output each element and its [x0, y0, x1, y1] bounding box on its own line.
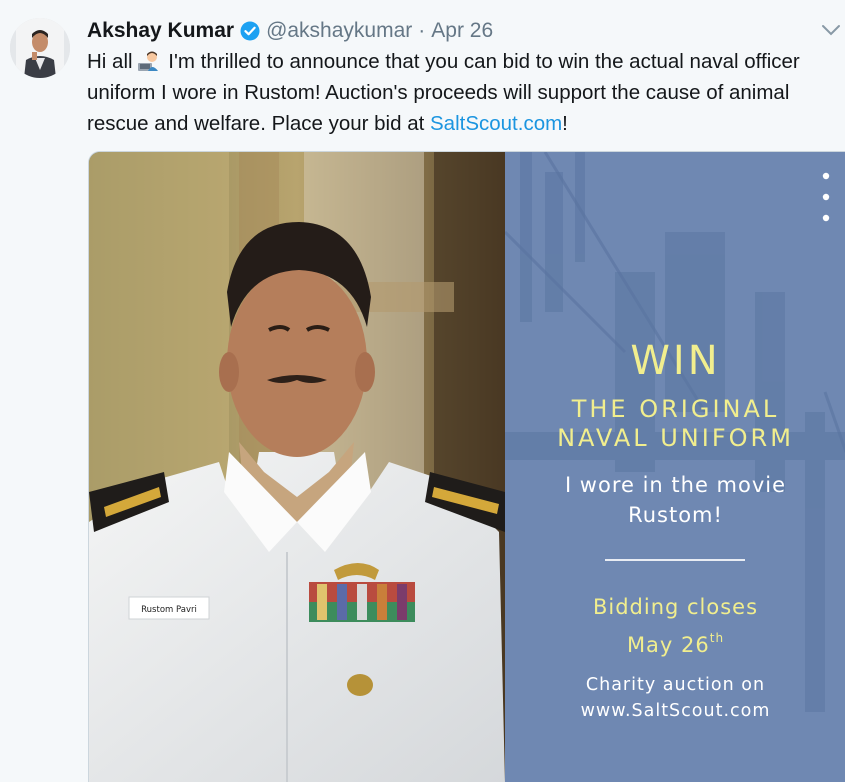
bidding-line1: Bidding closes — [592, 595, 759, 619]
tweet-text-part3: ! — [562, 112, 568, 135]
bidding-date: May 26 — [626, 633, 710, 657]
tweet[interactable]: Akshay Kumar @akshaykumar · Apr 26 Hi al… — [0, 0, 845, 782]
man-technologist-emoji-icon — [137, 50, 159, 72]
promo-headline-line2: NAVAL UNIFORM — [557, 424, 794, 452]
promo-headline-line1: THE ORIGINAL — [571, 395, 780, 423]
charity-line2: www.SaltScout.com — [580, 701, 771, 721]
tweet-text-part1: Hi all — [87, 50, 133, 73]
promo-win: WIN — [630, 338, 721, 384]
name-tag-label: Rustom Pavri — [141, 605, 197, 615]
more-vertical-icon[interactable] — [822, 172, 830, 222]
promo-subline-line1: I wore in the movie — [564, 473, 787, 497]
separator: · — [418, 19, 426, 42]
promo-subline: I wore in the movie Rustom! — [505, 470, 845, 530]
promo-headline: THE ORIGINAL NAVAL UNIFORM — [505, 395, 845, 453]
promo-subline-line2: Rustom! — [628, 503, 723, 527]
avatar[interactable] — [10, 18, 70, 78]
author-handle[interactable]: @akshaykumar — [266, 19, 412, 43]
officer-photo: Rustom Pavri — [89, 152, 505, 782]
bidding-date-suffix: th — [709, 631, 725, 645]
tweet-text: Hi all I'm thrilled to announce that you… — [87, 46, 827, 139]
verified-badge-icon — [240, 21, 260, 41]
bidding-info: Bidding closes May 26th — [505, 592, 845, 661]
charity-line1: Charity auction on — [585, 675, 766, 695]
divider — [605, 559, 745, 561]
tweet-media-image[interactable]: Rustom Pavri WIN THE ORIGINAL NAVAL UNIF… — [88, 151, 845, 782]
bidding-line2: May 26th — [505, 623, 845, 661]
author-name[interactable]: Akshay Kumar — [87, 19, 234, 43]
chevron-down-icon[interactable] — [820, 22, 842, 38]
promo-panel: WIN THE ORIGINAL NAVAL UNIFORM I wore in… — [505, 152, 845, 782]
tweet-header: Akshay Kumar @akshaykumar · Apr 26 — [87, 18, 493, 44]
saltscout-link[interactable]: SaltScout.com — [430, 112, 562, 135]
tweet-date[interactable]: Apr 26 — [431, 19, 493, 43]
charity-info: Charity auction on www.SaltScout.com — [505, 672, 845, 724]
